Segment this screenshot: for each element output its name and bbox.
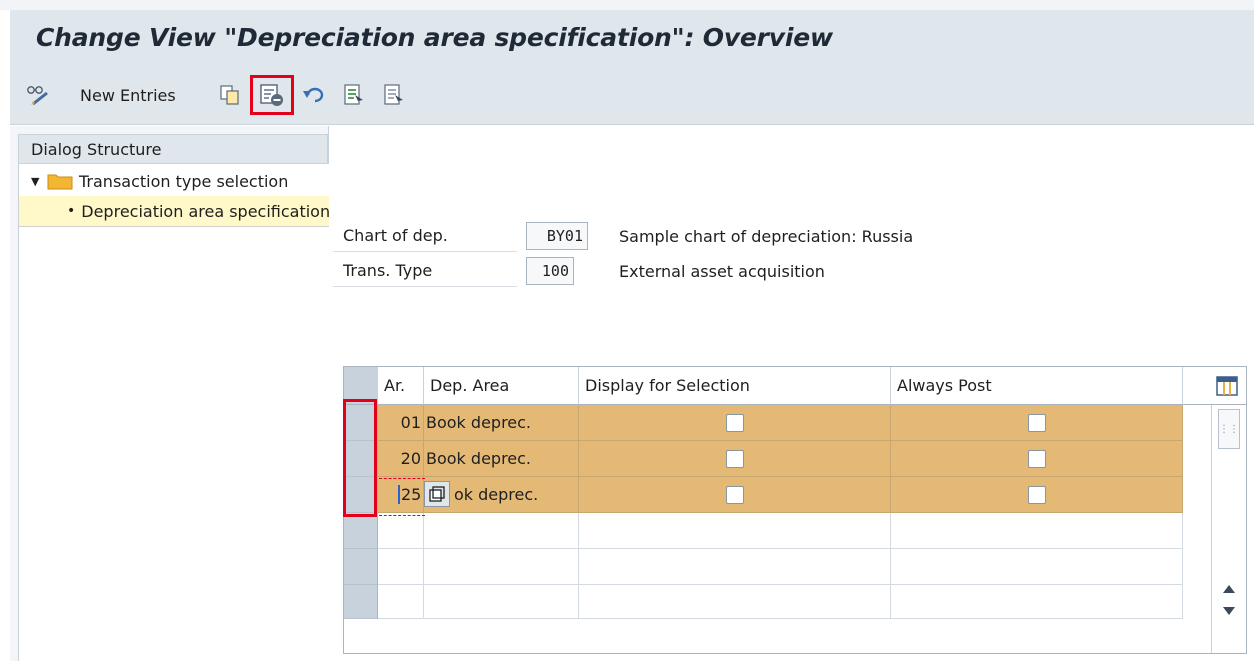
cell-popup-button[interactable] <box>424 481 450 507</box>
row-selector[interactable] <box>344 513 378 549</box>
display-for-selection-checkbox[interactable] <box>725 413 744 432</box>
always-post-checkbox[interactable] <box>1027 413 1046 432</box>
dialog-structure-tree: ▼ Transaction type selection • Depreciat… <box>18 164 329 661</box>
scroll-down-icon <box>1223 607 1235 615</box>
row-selector[interactable] <box>344 549 378 585</box>
empty-cell[interactable] <box>424 585 579 619</box>
empty-cell[interactable] <box>378 585 424 619</box>
dialog-structure-panel: Dialog Structure ▼ Transaction type sele… <box>10 126 329 661</box>
cell-area-value: 20 <box>400 449 421 468</box>
cell-display-for-selection <box>579 405 891 441</box>
glasses-pencil-icon <box>27 86 48 106</box>
copy-as-button[interactable] <box>216 80 244 110</box>
cell-dep-area: Book deprec. <box>424 441 579 477</box>
tree-item-transaction-type-selection[interactable]: ▼ Transaction type selection <box>19 166 329 196</box>
empty-cell[interactable] <box>891 585 1183 619</box>
trans-type-description: External asset acquisition <box>619 255 825 287</box>
empty-cell[interactable] <box>378 549 424 585</box>
cell-dep-area: Book deprec. <box>424 405 579 441</box>
tree-item-label: Transaction type selection <box>79 171 289 191</box>
focus-marker <box>379 478 425 516</box>
chart-of-dep-field[interactable]: BY01 <box>526 222 588 250</box>
column-header-display-for-selection-label: Display for Selection <box>585 376 750 395</box>
window-top-border <box>0 0 1254 10</box>
empty-cell[interactable] <box>378 513 424 549</box>
select-all-icon <box>344 84 363 105</box>
dialog-structure-header: Dialog Structure <box>18 134 328 164</box>
row-selector[interactable] <box>344 585 378 619</box>
tree-leaf-bullet: • <box>67 203 76 219</box>
delete-button[interactable] <box>250 75 294 115</box>
chart-of-dep-label-text: Chart of dep. <box>343 226 448 245</box>
trans-type-description-text: External asset acquisition <box>619 261 825 281</box>
cell-display-for-selection <box>579 477 891 513</box>
vertical-scrollbar[interactable]: ⋮⋮ <box>1211 405 1246 653</box>
new-entries-button[interactable]: New Entries <box>80 80 200 110</box>
scroll-thumb[interactable]: ⋮⋮ <box>1218 409 1240 449</box>
depreciation-area-table: Ar. Dep. Area Display for Selection Alwa… <box>343 366 1247 654</box>
table-settings-button[interactable] <box>1183 367 1246 405</box>
column-header-always-post-label: Always Post <box>897 376 992 395</box>
copy-icon <box>220 85 239 105</box>
chart-of-dep-description: Sample chart of depreciation: Russia <box>619 220 913 252</box>
chart-of-dep-value: BY01 <box>546 227 583 245</box>
new-entries-label: New Entries <box>80 85 176 105</box>
deselect-all-button[interactable] <box>380 80 408 110</box>
application-toolbar: New Entries <box>10 65 1254 125</box>
cell-always-post <box>891 405 1183 441</box>
title-bar: Change View "Depreciation area specifica… <box>10 10 1254 65</box>
column-header-always-post[interactable]: Always Post <box>891 367 1183 405</box>
undo-icon <box>303 87 324 103</box>
cell-area[interactable]: 01 <box>378 405 424 441</box>
chart-of-dep-description-text: Sample chart of depreciation: Russia <box>619 226 914 246</box>
select-all-button[interactable] <box>340 80 368 110</box>
cell-area-value: 01 <box>400 413 421 432</box>
main-content: Chart of dep. BY01 Sample chart of depre… <box>329 126 1254 661</box>
undo-button[interactable] <box>300 80 328 110</box>
scroll-up-button[interactable] <box>1220 581 1238 597</box>
empty-cell[interactable] <box>891 513 1183 549</box>
folder-closed-icon <box>47 174 73 190</box>
display-for-selection-checkbox[interactable] <box>725 485 744 504</box>
tree-item-depreciation-area-specification[interactable]: • Depreciation area specification <box>19 196 329 227</box>
scroll-up-icon <box>1223 585 1235 593</box>
table-settings-icon <box>1216 375 1238 396</box>
always-post-checkbox[interactable] <box>1027 449 1046 468</box>
cell-display-for-selection <box>579 441 891 477</box>
always-post-checkbox[interactable] <box>1027 485 1046 504</box>
empty-cell[interactable] <box>579 513 891 549</box>
trans-type-label-text: Trans. Type <box>343 261 433 280</box>
empty-cell[interactable] <box>891 549 1183 585</box>
cell-always-post <box>891 477 1183 513</box>
empty-cell[interactable] <box>424 513 579 549</box>
cell-dep-area-value: Book deprec. <box>426 449 532 468</box>
empty-cell[interactable] <box>424 549 579 585</box>
trans-type-field[interactable]: 100 <box>526 257 574 285</box>
expand-triangle-icon[interactable]: ▼ <box>31 175 47 188</box>
cell-dep-area-value: ok deprec. <box>454 485 539 504</box>
tree-item-label: Depreciation area specification <box>81 201 329 221</box>
row-selection-highlight <box>343 399 377 517</box>
column-header-dep-area-label: Dep. Area <box>430 376 510 395</box>
trans-type-value: 100 <box>541 262 569 280</box>
delete-icon <box>260 84 283 106</box>
page-title: Change View "Depreciation area specifica… <box>36 23 833 52</box>
cell-always-post <box>891 441 1183 477</box>
column-header-display-for-selection[interactable]: Display for Selection <box>579 367 891 405</box>
chart-of-dep-label: Chart of dep. <box>333 220 517 252</box>
cell-dep-area-value: Book deprec. <box>426 413 532 432</box>
display-for-selection-checkbox[interactable] <box>725 449 744 468</box>
column-header-dep-area[interactable]: Dep. Area <box>424 367 579 405</box>
column-header-area[interactable]: Ar. <box>378 367 424 405</box>
popup-window-icon <box>429 486 445 502</box>
trans-type-label: Trans. Type <box>333 255 517 287</box>
empty-cell[interactable] <box>579 585 891 619</box>
cell-area[interactable]: 20 <box>378 441 424 477</box>
display-change-button[interactable] <box>24 80 52 110</box>
dialog-structure-title: Dialog Structure <box>31 139 162 159</box>
column-header-area-label: Ar. <box>384 376 406 395</box>
scroll-down-button[interactable] <box>1220 603 1238 619</box>
empty-cell[interactable] <box>579 549 891 585</box>
deselect-all-icon <box>384 84 403 105</box>
